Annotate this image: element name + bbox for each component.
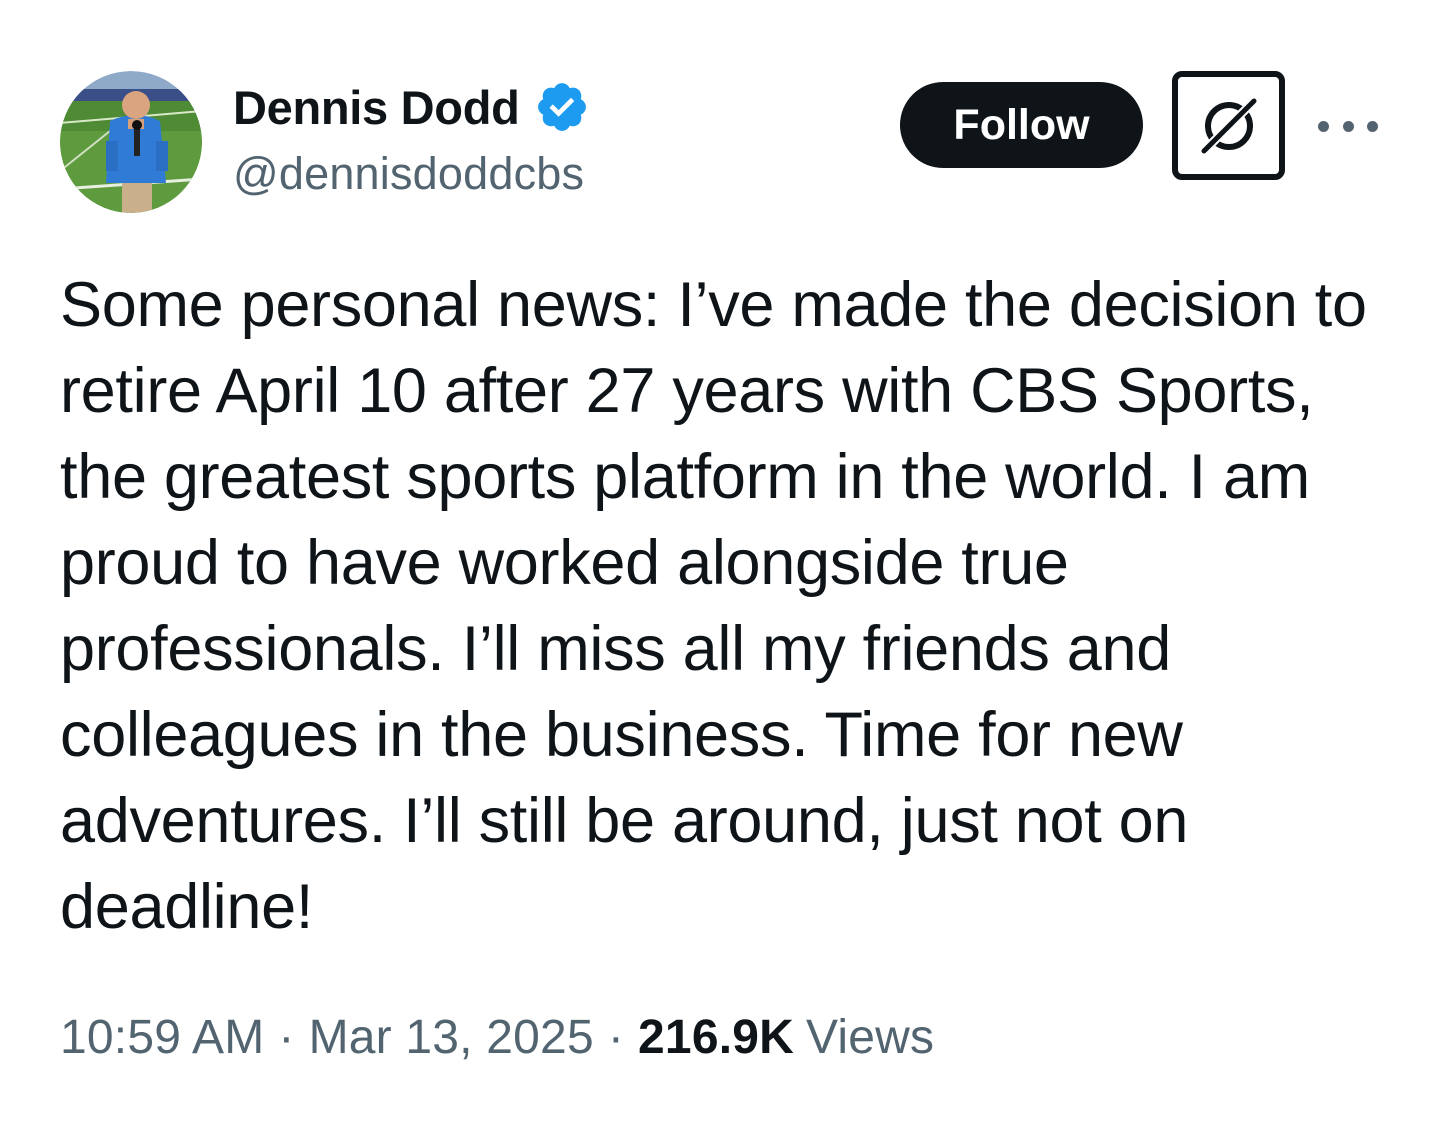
tweet-text-line: proud to have worked alongside true: [60, 528, 1069, 598]
views-count: 216.9K: [638, 1011, 795, 1064]
tweet-text-line: colleagues in the business. Time for new: [60, 700, 1183, 770]
follow-button[interactable]: Follow: [900, 82, 1143, 168]
grok-button[interactable]: [1172, 71, 1285, 180]
views-label: Views: [806, 1011, 935, 1064]
avatar-image: [60, 71, 202, 213]
grok-icon: [1198, 95, 1259, 156]
avatar[interactable]: [60, 71, 202, 213]
tweet-card: Dennis Dodd @dennisdoddcbs Follow Some p…: [0, 0, 1440, 1130]
tweet-meta: 10:59 AM · Mar 13, 2025 · 216.9K Views: [60, 1010, 934, 1065]
tweet-text-line: professionals. I’ll miss all my friends …: [60, 614, 1172, 684]
author-handle[interactable]: @dennisdoddcbs: [233, 148, 590, 200]
tweet-text-line: deadline!: [60, 872, 314, 942]
tweet-text-line: adventures. I’ll still be around, just n…: [60, 786, 1189, 856]
display-name[interactable]: Dennis Dodd: [233, 80, 520, 135]
tweet-text: Some personal news: I’ve made the decisi…: [60, 262, 1380, 950]
more-dot: [1367, 120, 1378, 132]
meta-separator: ·: [607, 1011, 625, 1064]
tweet-date[interactable]: Mar 13, 2025: [309, 1011, 594, 1064]
meta-separator: ·: [278, 1011, 295, 1064]
verified-badge-icon[interactable]: [534, 79, 590, 135]
more-horizontal-icon[interactable]: [1318, 108, 1378, 144]
more-dot: [1342, 120, 1354, 132]
more-dot: [1318, 120, 1329, 132]
author-identity: Dennis Dodd @dennisdoddcbs: [233, 78, 590, 200]
tweet-text-line: Some personal news: I’ve made the decisi…: [60, 270, 1367, 340]
tweet-text-line: retire April 10 after 27 years with CBS …: [60, 356, 1314, 426]
tweet-text-line: the greatest sports platform in the worl…: [60, 442, 1310, 512]
name-row: Dennis Dodd: [233, 78, 590, 136]
tweet-time[interactable]: 10:59 AM: [60, 1011, 264, 1064]
